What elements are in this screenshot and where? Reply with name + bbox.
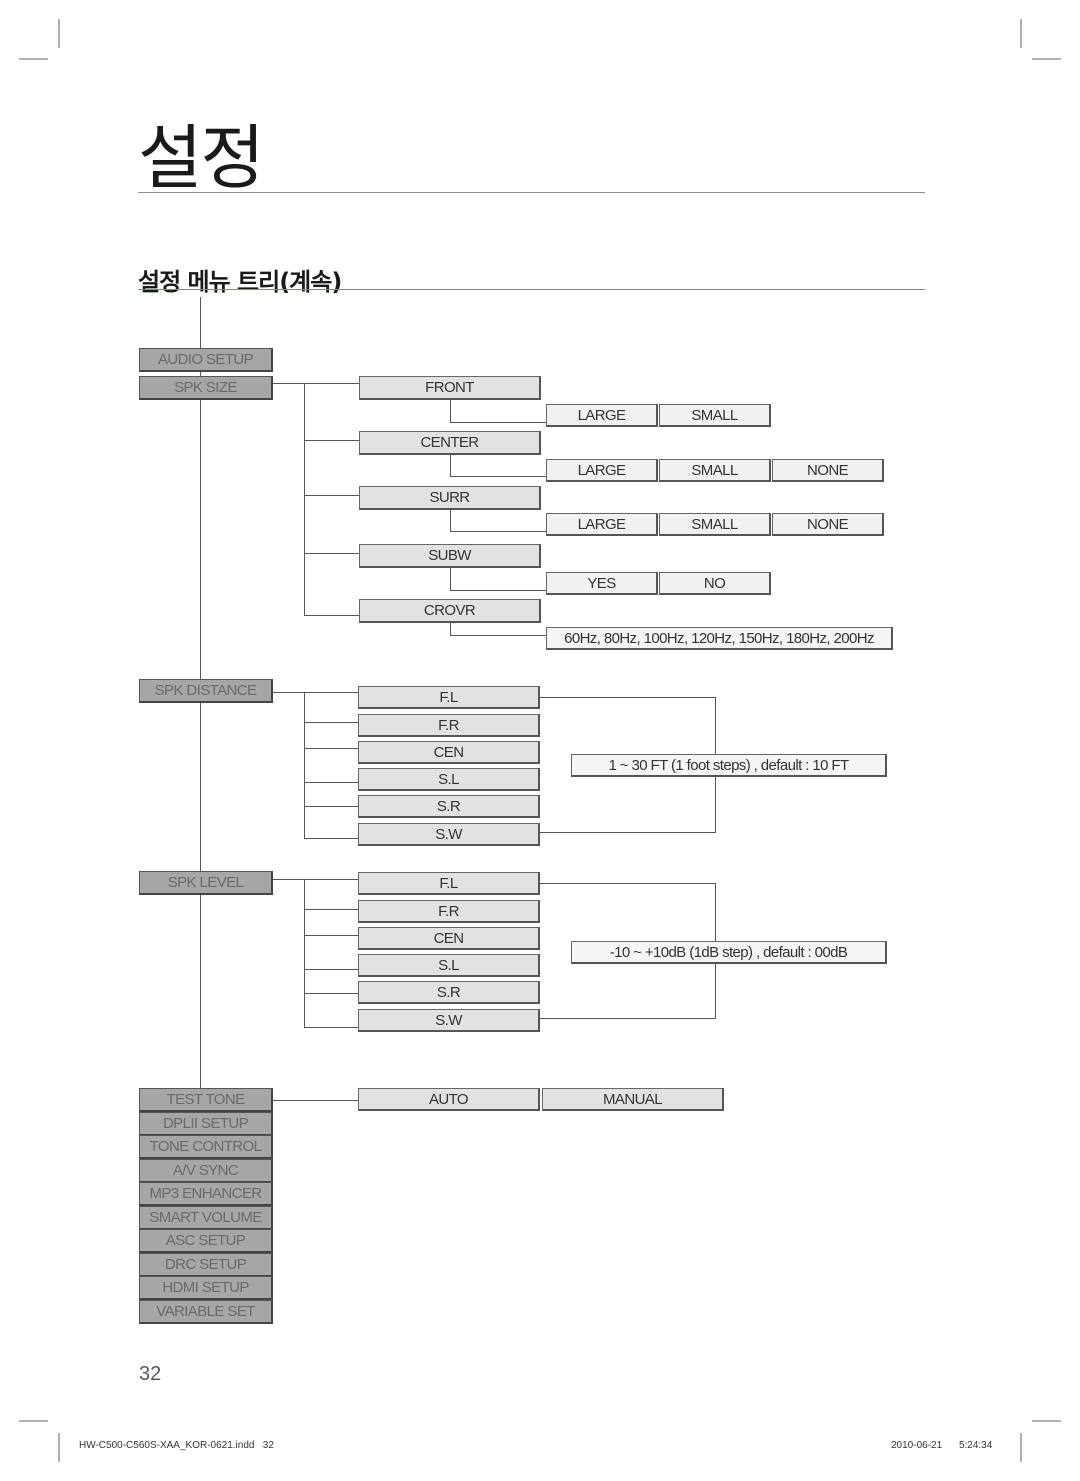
menu-av-sync: A/V SYNC (139, 1159, 273, 1183)
surr-option-small: SMALL (659, 513, 771, 536)
distance-channel-fr: F.R (358, 714, 540, 737)
menu-spk-distance: SPK DISTANCE (139, 679, 273, 703)
menu-tone-control: TONE CONTROL (139, 1135, 273, 1159)
surr-option-none: NONE (772, 513, 884, 536)
level-channel-fl: F.L (358, 872, 540, 895)
spk-size-crovr: CROVR (359, 599, 541, 623)
level-channel-sr: S.R (358, 981, 540, 1004)
crovr-frequencies: 60Hz, 80Hz, 100Hz, 120Hz, 150Hz, 180Hz, … (546, 627, 893, 650)
menu-mp3-enhancer: MP3 ENHANCER (139, 1182, 273, 1206)
level-channel-sl: S.L (358, 954, 540, 977)
spk-size-subw: SUBW (359, 544, 541, 568)
spk-size-front: FRONT (359, 376, 541, 400)
menu-smart-volume: SMART VOLUME (139, 1206, 273, 1230)
center-option-none: NONE (772, 459, 884, 482)
print-time: 5:24:34 (958, 1440, 993, 1451)
distance-channel-cen: CEN (358, 741, 540, 764)
level-range: -10 ~ +10dB (1dB step) , default : 00dB (571, 941, 887, 964)
level-channel-cen: CEN (358, 927, 540, 950)
center-option-large: LARGE (546, 459, 658, 482)
print-date: 2010-06-21 (891, 1440, 943, 1451)
front-option-small: SMALL (659, 404, 771, 427)
distance-channel-sw: S.W (358, 823, 540, 846)
front-option-large: LARGE (546, 404, 658, 427)
menu-test-tone: TEST TONE (139, 1088, 273, 1112)
distance-channel-fl: F.L (358, 686, 540, 709)
menu-asc-setup: ASC SETUP (139, 1229, 273, 1253)
test-tone-auto: AUTO (358, 1088, 540, 1111)
distance-channel-sl: S.L (358, 768, 540, 791)
subw-option-no: NO (659, 572, 771, 595)
menu-spk-size: SPK SIZE (139, 376, 273, 400)
spk-size-surr: SURR (359, 486, 541, 510)
subw-option-yes: YES (546, 572, 658, 595)
distance-channel-sr: S.R (358, 795, 540, 818)
level-channel-sw: S.W (358, 1009, 540, 1032)
print-timestamp: 2010-06-21 5:24:34 (891, 1440, 992, 1451)
menu-hdmi-setup: HDMI SETUP (139, 1276, 273, 1300)
level-channel-fr: F.R (358, 900, 540, 923)
menu-variable-set: VARIABLE SET (139, 1300, 273, 1324)
menu-spk-level: SPK LEVEL (139, 871, 273, 895)
surr-option-large: LARGE (546, 513, 658, 536)
center-option-small: SMALL (659, 459, 771, 482)
menu-dplii-setup: DPLII SETUP (139, 1112, 273, 1136)
distance-range: 1 ~ 30 FT (1 foot steps) , default : 10 … (571, 754, 887, 777)
spk-size-center: CENTER (359, 431, 541, 455)
menu-drc-setup: DRC SETUP (139, 1253, 273, 1277)
file-info: HW-C500-C560S-XAA_KOR-0621.indd 32 (79, 1440, 274, 1451)
page-number: 32 (139, 1363, 162, 1385)
menu-audio-setup: AUDIO SETUP (139, 348, 273, 372)
test-tone-manual: MANUAL (542, 1088, 724, 1111)
